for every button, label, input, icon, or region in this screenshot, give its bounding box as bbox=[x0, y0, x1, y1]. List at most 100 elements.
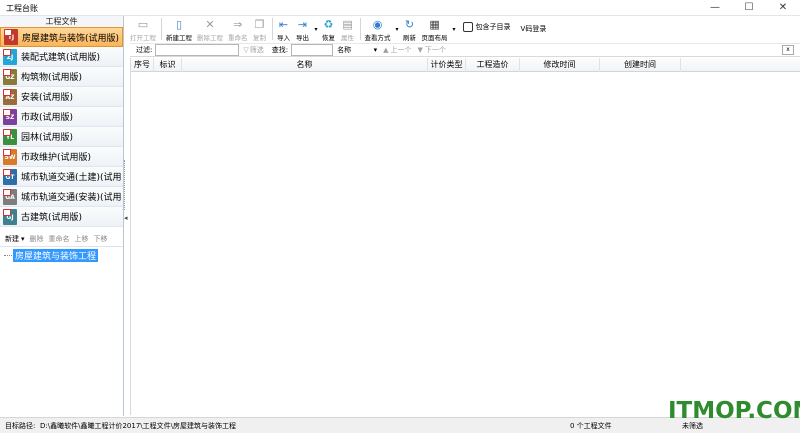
v-code-login-button[interactable]: V码登录 bbox=[521, 24, 547, 34]
category-label: 房屋建筑与装饰(试用版) bbox=[22, 33, 120, 44]
category-label: 市政维护(试用版) bbox=[21, 153, 92, 163]
tree-new-button[interactable]: 新建 bbox=[5, 234, 19, 244]
category-item[interactable]: GJ 古建筑(试用版) bbox=[0, 207, 123, 227]
category-file-icon: GA bbox=[3, 188, 17, 205]
next-button[interactable]: 下一个 bbox=[425, 45, 446, 55]
search-field-value: 名称 bbox=[337, 46, 352, 54]
column-header[interactable]: 序号 bbox=[131, 58, 154, 72]
tree-move-up-button[interactable]: 上移 bbox=[75, 234, 89, 244]
restore-icon: ♻ bbox=[323, 18, 334, 31]
category-file-icon: GZ bbox=[3, 68, 17, 85]
project-tree: 房屋建筑与装饰工程 bbox=[0, 246, 123, 414]
prev-button[interactable]: 上一个 bbox=[391, 45, 412, 55]
filter-button[interactable]: 筛选 bbox=[250, 45, 264, 55]
toolbar-separator bbox=[271, 18, 273, 40]
chevron-down-icon: ▾ bbox=[373, 46, 378, 54]
collapse-left-icon[interactable]: ◂ bbox=[124, 214, 128, 222]
column-header[interactable]: 名称 bbox=[182, 58, 428, 72]
tree-move-down-button[interactable]: 下移 bbox=[94, 234, 108, 244]
file-count: 0 个工程文件 bbox=[570, 422, 612, 430]
export-button[interactable]: ⇥ 导出 bbox=[296, 16, 310, 42]
export-icon: ⇥ bbox=[297, 18, 308, 31]
main-toolbar: ▭ 打开工程 ▯ 新建工程 ✕ 删除工程 ⇒ 重命名 ❐ 复制 ⇤ 导入 ⇥ 导出 ▾ ♻ 恢复 ▤ 属性 ◉ 查看方式… bbox=[130, 16, 800, 43]
layout-dropdown-icon[interactable]: ▾ bbox=[453, 26, 456, 33]
category-item[interactable]: TJ 房屋建筑与装饰(试用版) bbox=[0, 27, 123, 47]
search-field-select[interactable]: 名称 ▾ bbox=[337, 45, 377, 55]
category-label: 装配式建筑(试用版) bbox=[21, 53, 101, 63]
prev-arrow-icon[interactable]: ▲ bbox=[383, 46, 388, 54]
tree-delete-button[interactable]: 删除 bbox=[30, 234, 44, 244]
folder-button[interactable]: ▭ 打开工程 bbox=[130, 16, 156, 42]
category-file-icon: ZJ bbox=[3, 48, 17, 65]
minimize-button[interactable]: — bbox=[698, 0, 732, 16]
new-file-button[interactable]: ▯ 新建工程 bbox=[166, 16, 192, 42]
copy-button[interactable]: ❐ 复制 bbox=[253, 16, 267, 42]
category-item[interactable]: YL 园林(试用版) bbox=[0, 127, 123, 147]
category-list: TJ 房屋建筑与装饰(试用版) ZJ 装配式建筑(试用版) GZ 构筑物(试用版) AZ 安装… bbox=[0, 27, 123, 227]
column-header[interactable]: 工程造价 bbox=[466, 58, 520, 72]
category-item[interactable]: GZ 构筑物(试用版) bbox=[0, 67, 123, 87]
properties-button[interactable]: ▤ 属性 bbox=[341, 16, 355, 42]
category-item[interactable]: AZ 安装(试用版) bbox=[0, 87, 123, 107]
rename-icon: ⇒ bbox=[233, 18, 243, 31]
column-header[interactable]: 修改时间 bbox=[520, 58, 600, 72]
filter-bar: 过滤: ▽ 筛选 查找: 名称 ▾ ▲ 上一个 ▼ 下一个 x bbox=[130, 43, 800, 57]
toolbar-separator bbox=[359, 18, 361, 40]
tree-toolbar: 新建 ▾ 删除 重命名 上移 下移 bbox=[0, 233, 123, 245]
dropdown-arrow-icon[interactable]: ▾ bbox=[396, 26, 399, 33]
rename-button[interactable]: ⇒ 重命名 bbox=[228, 16, 248, 42]
window-controls: — ☐ ✕ bbox=[698, 0, 800, 16]
filter-close-button[interactable]: x bbox=[782, 45, 794, 55]
search-label: 查找: bbox=[271, 46, 289, 54]
tree-rename-button[interactable]: 重命名 bbox=[49, 234, 70, 244]
column-header[interactable]: 计价类型 bbox=[428, 58, 466, 72]
category-file-icon: SW bbox=[3, 148, 17, 165]
dropdown-arrow-icon[interactable]: ▾ bbox=[315, 26, 318, 33]
maximize-button[interactable]: ☐ bbox=[732, 0, 766, 16]
refresh-button[interactable]: ↻ 刷新 bbox=[403, 16, 417, 42]
page-layout-icon: ▦ bbox=[429, 18, 440, 31]
category-label: 园林(试用版) bbox=[21, 133, 74, 143]
toolbar-button-label: 删除工程 bbox=[197, 34, 223, 42]
category-item[interactable]: GT 城市轨道交通(土建)(试用 bbox=[0, 167, 123, 187]
include-subdir-checkbox[interactable]: 包含子目录 bbox=[462, 22, 511, 32]
toolbar-separator bbox=[161, 18, 162, 40]
delete-button[interactable]: ✕ 删除工程 bbox=[197, 16, 223, 42]
category-label: 构筑物(试用版) bbox=[21, 73, 83, 83]
page-layout-button[interactable]: ▦ 页面布局 bbox=[422, 16, 448, 42]
folder-icon: ▭ bbox=[137, 18, 149, 31]
tree-node-label[interactable]: 房屋建筑与装饰工程 bbox=[13, 249, 99, 262]
refresh-icon: ↻ bbox=[404, 18, 415, 31]
checkbox-icon[interactable] bbox=[462, 22, 473, 32]
category-item[interactable]: GA 城市轨道交通(安装)(试用 bbox=[0, 187, 123, 207]
properties-icon: ▤ bbox=[342, 18, 353, 31]
category-item[interactable]: SZ 市政(试用版) bbox=[0, 107, 123, 127]
next-arrow-icon[interactable]: ▼ bbox=[418, 46, 423, 54]
toolbar-button-label: 属性 bbox=[341, 34, 355, 42]
include-subdir-label: 包含子目录 bbox=[475, 23, 511, 31]
view-mode-icon: ◉ bbox=[372, 18, 383, 31]
category-file-icon: GJ bbox=[3, 208, 17, 225]
import-button[interactable]: ⇤ 导入 bbox=[277, 16, 291, 42]
view-mode-button[interactable]: ◉ 查看方式 bbox=[365, 16, 391, 42]
category-item[interactable]: ZJ 装配式建筑(试用版) bbox=[0, 47, 123, 67]
splitter-grip[interactable] bbox=[124, 160, 127, 210]
category-label: 市政(试用版) bbox=[21, 113, 74, 123]
column-header[interactable]: 标识 bbox=[154, 58, 182, 72]
restore-button[interactable]: ♻ 恢复 bbox=[322, 16, 336, 42]
filter-icon[interactable]: ▽ bbox=[243, 46, 248, 54]
column-header[interactable]: 创建时间 bbox=[600, 58, 681, 72]
tree-node[interactable]: 房屋建筑与装饰工程 bbox=[4, 249, 99, 262]
filter-input[interactable] bbox=[155, 44, 240, 56]
import-icon: ⇤ bbox=[278, 18, 289, 31]
tree-connector bbox=[4, 255, 12, 256]
tree-new-dropdown-icon[interactable]: ▾ bbox=[21, 235, 25, 243]
search-input[interactable] bbox=[291, 44, 334, 56]
category-item[interactable]: SW 市政维护(试用版) bbox=[0, 147, 123, 167]
category-label: 安装(试用版) bbox=[21, 93, 74, 103]
watermark-logo: ITMOP.COM bbox=[668, 398, 800, 424]
toolbar-button-label: 新建工程 bbox=[166, 34, 192, 42]
category-label: 城市轨道交通(安装)(试用 bbox=[21, 193, 122, 203]
category-file-icon: GT bbox=[3, 168, 17, 185]
close-button[interactable]: ✕ bbox=[766, 0, 800, 16]
